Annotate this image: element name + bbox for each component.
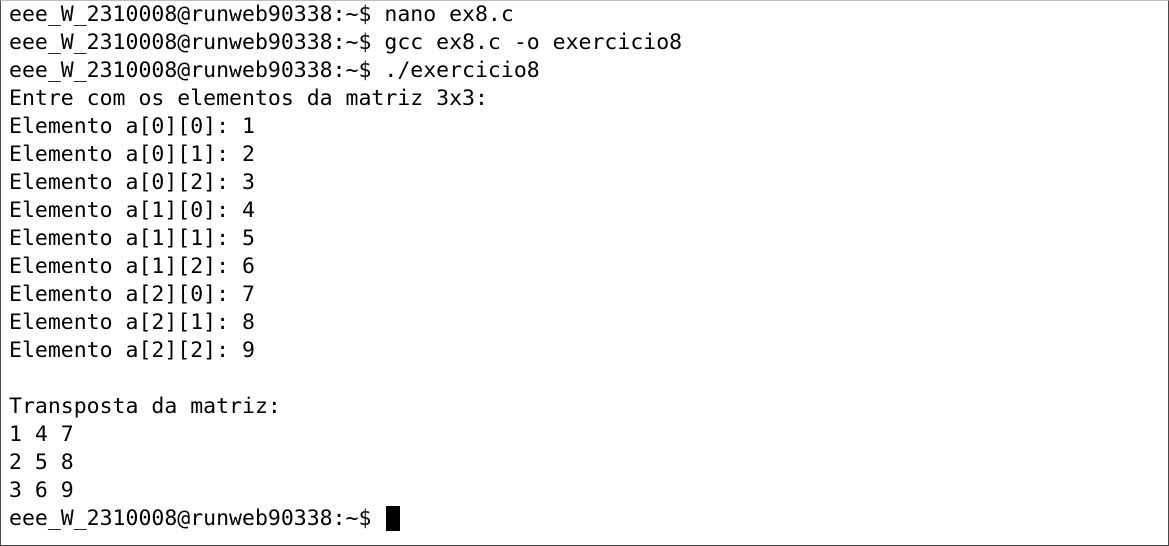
terminal-line: 3 6 9 [9,478,74,503]
terminal-line: Elemento a[0][1]: 2 [9,142,255,167]
terminal-line: Elemento a[1][0]: 4 [9,198,255,223]
terminal-line: Transposta da matriz: [9,394,281,419]
terminal-output: eee_W_2310008@runweb90338:~$ nano ex8.c … [9,1,1168,533]
terminal-line: Entre com os elementos da matriz 3x3: [9,86,488,111]
prompt-line[interactable]: eee_W_2310008@runweb90338:~$ [9,505,1168,533]
terminal-line: 1 4 7 [9,422,74,447]
terminal-line: eee_W_2310008@runweb90338:~$ ./exercicio… [9,58,540,83]
prompt-text: eee_W_2310008@runweb90338:~$ [9,506,385,531]
terminal-line: Elemento a[0][0]: 1 [9,114,255,139]
terminal-window[interactable]: eee_W_2310008@runweb90338:~$ nano ex8.c … [0,0,1169,546]
terminal-line: Elemento a[2][2]: 9 [9,338,255,363]
terminal-line: Elemento a[0][2]: 3 [9,170,255,195]
text-cursor [386,506,401,531]
terminal-line: Elemento a[1][1]: 5 [9,226,255,251]
terminal-line: eee_W_2310008@runweb90338:~$ gcc ex8.c -… [9,30,683,55]
terminal-line: Elemento a[1][2]: 6 [9,254,255,279]
terminal-line: eee_W_2310008@runweb90338:~$ nano ex8.c [9,2,514,27]
terminal-line: Elemento a[2][0]: 7 [9,282,255,307]
terminal-line: 2 5 8 [9,450,74,475]
terminal-line: Elemento a[2][1]: 8 [9,310,255,335]
